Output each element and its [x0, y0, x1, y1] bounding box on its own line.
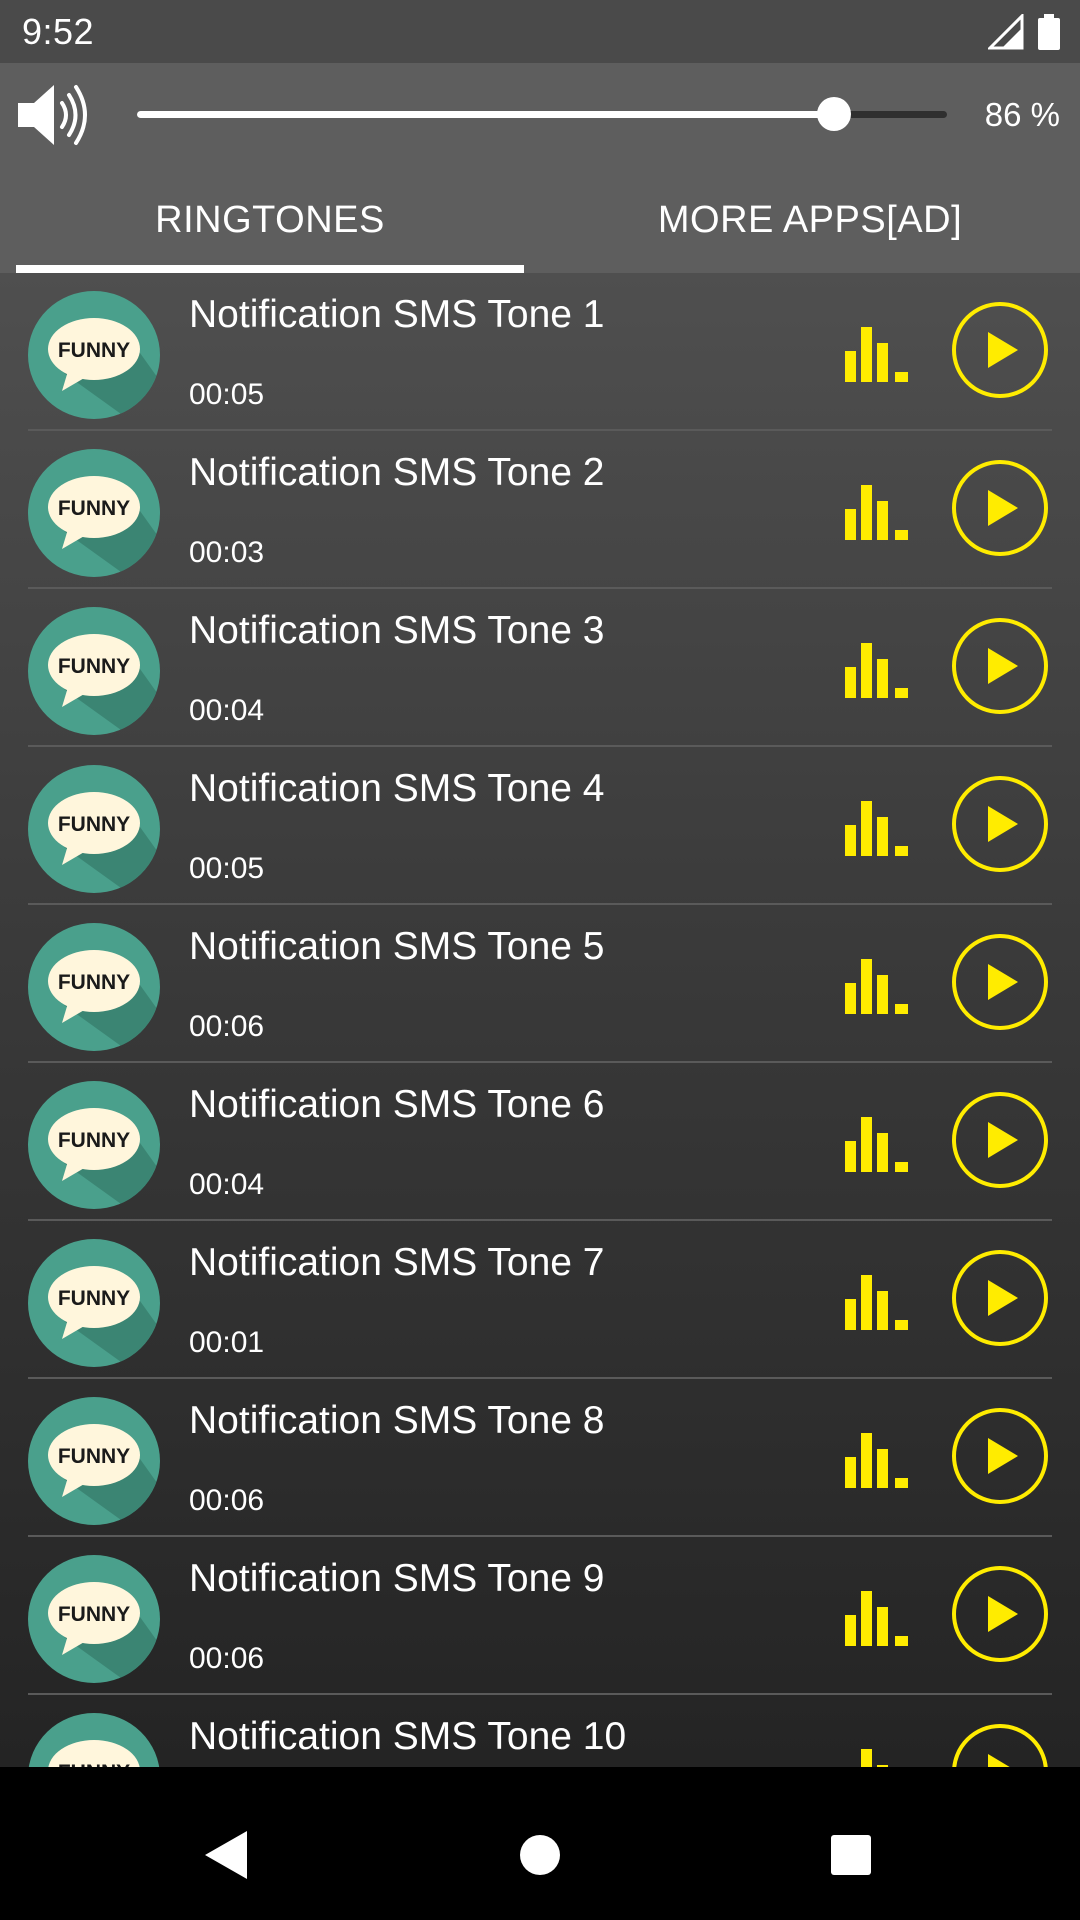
funny-badge-text: FUNNY: [58, 339, 130, 362]
ringtone-row[interactable]: FUNNY Notification SMS Tone 5 00:06: [0, 905, 1080, 1063]
speaker-icon[interactable]: [16, 81, 94, 149]
equalizer-icon[interactable]: [844, 1273, 910, 1331]
equalizer-icon[interactable]: [844, 1589, 910, 1647]
funny-chat-icon: FUNNY: [28, 449, 160, 577]
nav-bar-spacer: [0, 1767, 1080, 1794]
funny-chat-icon: FUNNY: [28, 1713, 160, 1767]
equalizer-icon[interactable]: [844, 957, 910, 1015]
play-icon[interactable]: [950, 1722, 1050, 1767]
status-bar: 9:52: [0, 0, 1080, 63]
play-icon[interactable]: [950, 1564, 1050, 1664]
ringtone-title: Notification SMS Tone 7: [189, 1241, 605, 1284]
volume-slider[interactable]: [137, 94, 947, 134]
tab-more-apps[interactable]: MORE APPS[AD]: [540, 168, 1080, 273]
ringtone-row[interactable]: FUNNY Notification SMS Tone 1 00:05: [0, 273, 1080, 431]
funny-chat-icon: FUNNY: [28, 1397, 160, 1525]
ringtone-row[interactable]: FUNNY Notification SMS Tone 2 00:03: [0, 431, 1080, 589]
ringtone-duration: 00:04: [189, 1168, 265, 1201]
funny-chat-icon: FUNNY: [28, 1081, 160, 1209]
volume-slider-thumb[interactable]: [816, 97, 851, 131]
funny-chat-icon: FUNNY: [28, 291, 160, 419]
play-icon[interactable]: [950, 932, 1050, 1032]
funny-chat-icon: FUNNY: [28, 1555, 160, 1683]
play-icon[interactable]: [950, 616, 1050, 716]
equalizer-icon[interactable]: [844, 1431, 910, 1489]
ringtone-title: Notification SMS Tone 6: [189, 1083, 605, 1126]
battery-icon: [1038, 13, 1060, 50]
funny-chat-icon: FUNNY: [28, 765, 160, 893]
ringtone-title: Notification SMS Tone 5: [189, 925, 605, 968]
equalizer-icon[interactable]: [844, 1747, 910, 1767]
equalizer-icon[interactable]: [844, 325, 910, 383]
home-icon[interactable]: [518, 1829, 562, 1881]
funny-badge-text: FUNNY: [58, 971, 130, 994]
funny-badge-text: FUNNY: [58, 1287, 130, 1310]
volume-bar: 86 %: [0, 63, 1080, 168]
volume-slider-fill: [137, 111, 834, 118]
ringtone-duration: 00:06: [189, 1010, 265, 1043]
funny-badge-text: FUNNY: [58, 497, 130, 520]
volume-percent-label: 86 %: [984, 96, 1060, 133]
ringtone-row[interactable]: FUNNY Notification SMS Tone 6 00:04: [0, 1063, 1080, 1221]
funny-badge-text: FUNNY: [58, 1445, 130, 1468]
play-icon[interactable]: [950, 1090, 1050, 1190]
ringtone-row[interactable]: FUNNY Notification SMS Tone 9 00:06: [0, 1537, 1080, 1695]
equalizer-icon[interactable]: [844, 483, 910, 541]
navigation-bar: [0, 1794, 1080, 1920]
ringtone-title: Notification SMS Tone 8: [189, 1399, 605, 1442]
equalizer-icon[interactable]: [844, 641, 910, 699]
ringtone-title: Notification SMS Tone 10: [189, 1715, 627, 1758]
ringtone-duration: 00:03: [189, 536, 265, 569]
ringtone-row[interactable]: FUNNY Notification SMS Tone 3 00:04: [0, 589, 1080, 747]
status-time: 9:52: [22, 10, 95, 52]
ringtone-duration: 00:04: [189, 694, 265, 727]
play-icon[interactable]: [950, 1248, 1050, 1348]
play-icon[interactable]: [950, 300, 1050, 400]
funny-badge-text: FUNNY: [58, 655, 130, 678]
ringtone-title: Notification SMS Tone 4: [189, 767, 605, 810]
ringtone-duration: 00:05: [189, 852, 265, 885]
tab-bar: RINGTONES MORE APPS[AD]: [0, 168, 1080, 273]
equalizer-icon[interactable]: [844, 799, 910, 857]
ringtone-list[interactable]: FUNNY Notification SMS Tone 1 00:05 FUNN…: [0, 273, 1080, 1767]
ringtone-duration: 00:05: [189, 378, 265, 411]
ringtone-row[interactable]: FUNNY Notification SMS Tone 7 00:01: [0, 1221, 1080, 1379]
ringtone-duration: 00:06: [189, 1484, 265, 1517]
recents-icon[interactable]: [829, 1829, 873, 1881]
ringtone-row[interactable]: FUNNY Notification SMS Tone 4 00:05: [0, 747, 1080, 905]
signal-icon: [988, 13, 1024, 49]
funny-chat-icon: FUNNY: [28, 607, 160, 735]
tab-ringtones[interactable]: RINGTONES: [0, 168, 540, 273]
funny-chat-icon: FUNNY: [28, 923, 160, 1051]
play-icon[interactable]: [950, 774, 1050, 874]
funny-badge-text: FUNNY: [58, 1603, 130, 1626]
funny-badge-text: FUNNY: [58, 813, 130, 836]
tab-selected-indicator: [16, 265, 524, 273]
funny-chat-icon: FUNNY: [28, 1239, 160, 1367]
ringtone-title: Notification SMS Tone 3: [189, 609, 605, 652]
equalizer-icon[interactable]: [844, 1115, 910, 1173]
ringtone-row[interactable]: FUNNY Notification SMS Tone 10: [0, 1695, 1080, 1767]
ringtone-title: Notification SMS Tone 1: [189, 293, 605, 336]
play-icon[interactable]: [950, 1406, 1050, 1506]
ringtone-duration: 00:06: [189, 1642, 265, 1675]
back-icon[interactable]: [203, 1829, 249, 1881]
funny-badge-text: FUNNY: [58, 1129, 130, 1152]
status-icons: [988, 13, 1060, 50]
play-icon[interactable]: [950, 458, 1050, 558]
ringtone-title: Notification SMS Tone 2: [189, 451, 605, 494]
ringtone-row[interactable]: FUNNY Notification SMS Tone 8 00:06: [0, 1379, 1080, 1537]
ringtone-title: Notification SMS Tone 9: [189, 1557, 605, 1600]
ringtone-duration: 00:01: [189, 1326, 265, 1359]
